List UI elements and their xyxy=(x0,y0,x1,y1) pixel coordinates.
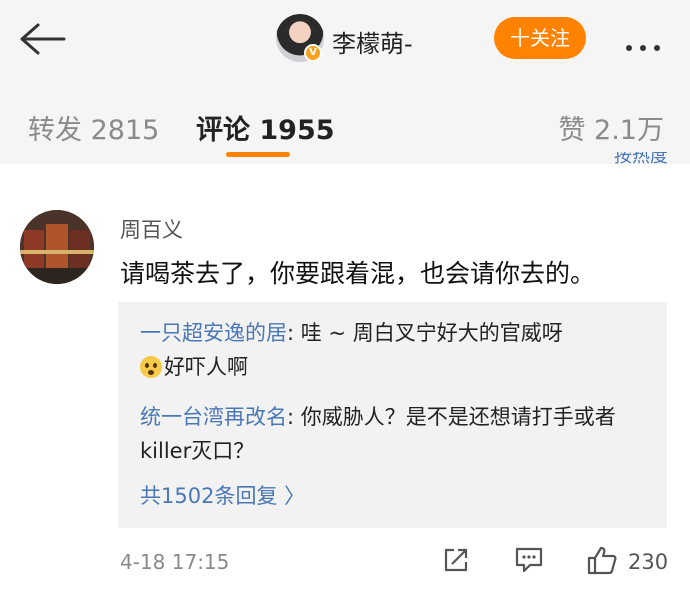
verified-badge-icon: V xyxy=(304,44,322,62)
author-name[interactable]: 李檬萌- xyxy=(332,24,413,59)
follow-button[interactable]: 十关注 xyxy=(494,17,586,59)
active-tab-indicator xyxy=(226,152,290,157)
comment-text: 请喝茶去了，你要跟着混，也会请你去的。 xyxy=(120,259,596,288)
tab-bar: 转发 2815 评论 1955 赞 2.1万 xyxy=(0,80,690,164)
comment-timestamp: 4-18 17:15 xyxy=(120,550,230,574)
top-bar: V 李檬萌- 十关注 xyxy=(0,0,690,80)
tab-like[interactable]: 赞 2.1万 xyxy=(558,108,664,147)
reply-preview-box[interactable]: 一只超安逸的居: 哇 ~ 周白叉宁好大的官威呀 好吓人啊 统一台湾再改名: 你威… xyxy=(118,302,667,528)
reply-item: 统一台湾再改名: 你威胁人？是不是还想请打手或者killer灭口？ xyxy=(140,400,650,468)
reply-text: : 哇 ~ 周白叉宁好大的官威呀 xyxy=(287,321,563,345)
commenter-avatar[interactable] xyxy=(20,210,94,284)
reply-item: 一只超安逸的居: 哇 ~ 周白叉宁好大的官威呀 好吓人啊 xyxy=(140,316,650,384)
more-dots-icon[interactable] xyxy=(626,36,668,55)
view-all-replies-link[interactable]: 共1502条回复 〉 xyxy=(140,480,305,510)
reply-author[interactable]: 统一台湾再改名 xyxy=(140,405,287,429)
tab-repost[interactable]: 转发 2815 xyxy=(28,108,159,147)
share-icon[interactable] xyxy=(442,546,470,574)
scared-face-emoji-icon xyxy=(140,356,162,378)
commenter-name[interactable]: 周百义 xyxy=(120,214,183,244)
arrow-left-icon[interactable] xyxy=(18,22,68,56)
tab-comment[interactable]: 评论 1955 xyxy=(196,108,335,147)
thumbs-up-icon[interactable] xyxy=(586,544,618,576)
sort-toggle[interactable]: 按热度 xyxy=(614,152,668,166)
like-count: 230 xyxy=(628,550,669,574)
comment-icon[interactable] xyxy=(514,546,544,574)
reply-text-cont: 好吓人啊 xyxy=(164,355,248,379)
reply-author[interactable]: 一只超安逸的居 xyxy=(140,321,287,345)
